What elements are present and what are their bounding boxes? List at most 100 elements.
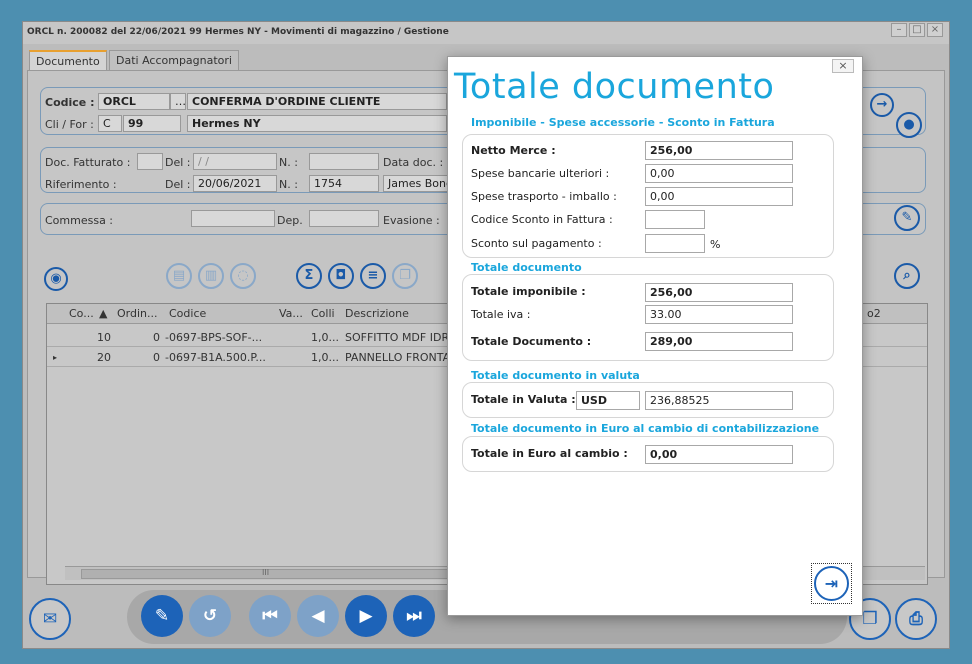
window-title: ORCL n. 200082 del 22/06/2021 99 Hermes … [23,22,949,44]
cell-descrizione: PANNELLO FRONTAL [345,351,457,364]
undo-icon[interactable]: ↺ [189,595,231,637]
doc-fatturato-field[interactable] [137,153,163,170]
exit-door-icon: ⇥ [814,566,849,601]
edit-doc-icon[interactable]: ✎ [141,595,183,637]
codice-lookup-button[interactable]: … [170,93,186,110]
col-header-colli[interactable]: Colli [311,307,335,320]
camera-icon[interactable]: ◘ [328,263,354,289]
codice-sconto-label: Codice Sconto in Fattura : [471,213,613,226]
minimize-icon[interactable]: – [891,23,907,37]
totale-documento-label: Totale Documento : [471,335,592,348]
tab-dati-accompagnatori[interactable]: Dati Accompagnatori [109,50,239,70]
bulb-icon[interactable]: ◌ [230,263,256,289]
totale-iva-field[interactable]: 33.00 [645,305,793,324]
valuta-code-field[interactable]: USD [576,391,640,410]
prev-record-icon[interactable]: ◀ [297,595,339,637]
evasione-label: Evasione : [383,214,440,227]
data-doc-label: Data doc. : [383,156,444,169]
riferimento-label: Riferimento : [45,178,117,191]
sconto-pagamento-field[interactable] [645,234,705,253]
n-label-2: N. : [279,178,298,191]
cell-ordine: 0 [153,351,160,364]
totale-imponibile-label: Totale imponibile : [471,285,586,298]
n-field-1[interactable] [309,153,379,170]
n-label-1: N. : [279,156,298,169]
totale-euro-field[interactable]: 0,00 [645,445,793,464]
search-grid-icon[interactable]: ⌕ [894,263,920,289]
valuta-value-field[interactable]: 236,88525 [645,391,793,410]
cell-codice: -0697-B1A.500.P... [165,351,266,364]
commessa-field[interactable] [191,210,275,227]
close-icon[interactable]: × [832,59,854,73]
close-icon[interactable]: × [927,23,943,37]
mail-icon[interactable]: ✉ [29,598,71,640]
col-header-o2[interactable]: o2 [867,307,881,320]
dep-label: Dep. [277,214,303,227]
del-label-1: Del : [165,156,191,169]
copy-icon[interactable]: ❐ [392,263,418,289]
col-header-descrizione[interactable]: Descrizione [345,307,409,320]
cli-for-code-field[interactable]: 99 [123,115,181,132]
col-header-co[interactable]: Co... [69,307,94,320]
printer-icon[interactable]: ⎙ [895,598,937,640]
netto-merce-label: Netto Merce : [471,144,556,157]
sort-asc-icon: ▲ [99,307,108,320]
codice-sconto-field[interactable] [645,210,705,229]
grid-add-icon[interactable]: ▤ [166,263,192,289]
brush-icon[interactable]: ✎ [894,205,920,231]
exit-button[interactable]: ⇥ [811,563,852,604]
window-controls: – □ × [891,23,943,37]
tab-documento[interactable]: Documento [29,50,107,70]
spese-bancarie-field[interactable]: 0,00 [645,164,793,183]
cell-codice: -0697-BPS-SOF-... [165,331,263,344]
first-record-icon[interactable]: ⏮ [249,595,291,637]
cell-descrizione: SOFFITTO MDF IDRO [345,331,458,344]
codice-field[interactable]: ORCL [98,93,170,110]
cell-colli: 1,0... [311,331,339,344]
percent-label: % [710,238,721,251]
spese-trasporto-field[interactable]: 0,00 [645,187,793,206]
totale-documento-field[interactable]: 289,00 [645,332,793,351]
cli-for-label: Cli / For : [45,118,94,131]
col-header-ordine[interactable]: Ordin... [117,307,158,320]
sconto-pagamento-label: Sconto sul pagamento : [471,237,602,250]
netto-merce-field[interactable]: 256,00 [645,141,793,160]
last-record-icon[interactable]: ⏭ [393,595,435,637]
totale-valuta-label: Totale in Valuta : [471,393,576,406]
del-date-field-1[interactable]: / / [193,153,277,170]
del-label-2: Del : [165,178,191,191]
scroll-thumb[interactable]: III [81,568,453,579]
totale-documento-dialog: × Totale documento Imponibile - Spese ac… [447,56,863,616]
section-title-imponibile: Imponibile - Spese accessorie - Sconto i… [471,116,775,129]
section-title-euro: Totale documento in Euro al cambio di co… [471,422,820,435]
totale-euro-label: Totale in Euro al cambio : [471,447,628,460]
riferimento-name-field[interactable]: James Bond [383,175,453,192]
col-header-codice[interactable]: Codice [169,307,206,320]
cli-for-type-field[interactable]: C [98,115,122,132]
cell-co: 10 [97,331,111,344]
doc-fatturato-label: Doc. Fatturato : [45,156,131,169]
list-icon[interactable]: ≡ [360,263,386,289]
del-date-field-2[interactable]: 20/06/2021 [193,175,277,192]
dep-field[interactable] [309,210,379,227]
sigma-icon[interactable]: Σ [296,263,322,289]
totale-imponibile-field[interactable]: 256,00 [645,283,793,302]
dialog-title: Totale documento [454,67,775,107]
eye-icon[interactable]: ◉ [44,267,68,291]
maximize-icon[interactable]: □ [909,23,925,37]
totale-iva-label: Totale iva : [471,308,531,321]
user-icon[interactable]: ● [896,112,922,138]
section-title-valuta: Totale documento in valuta [471,369,640,382]
n-field-2[interactable]: 1754 [309,175,379,192]
next-record-icon[interactable]: ▶ [345,595,387,637]
col-header-va[interactable]: Va... [279,307,303,320]
grid-remove-icon[interactable]: ▥ [198,263,224,289]
row-pointer-icon: ▸ [53,353,58,362]
section-title-totale: Totale documento [471,261,582,274]
codice-label: Codice : [45,96,95,109]
arrow-right-icon[interactable]: → [870,93,894,117]
cell-co: 20 [97,351,111,364]
cli-for-name-field: Hermes NY [187,115,447,132]
doc-type-field: CONFERMA D'ORDINE CLIENTE [187,93,447,110]
cell-colli: 1,0... [311,351,339,364]
